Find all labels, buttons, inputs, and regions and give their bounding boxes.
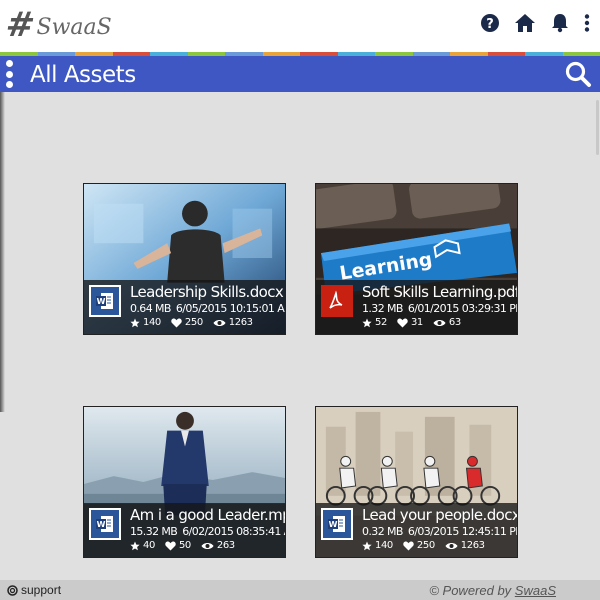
star-icon [130, 541, 140, 550]
pdf-file-icon [321, 285, 353, 317]
like-count: 250 [416, 540, 435, 551]
eye-icon [213, 319, 226, 326]
support-label: support [21, 583, 62, 597]
asset-datetime: 6/05/2015 10:15:01 AM [175, 302, 286, 315]
asset-name[interactable]: Lead your people.docx [362, 506, 517, 524]
view-count: 1263 [228, 317, 253, 328]
asset-card[interactable]: W Leadership Skills.docx 0.64 MB 6/05/201… [83, 183, 286, 335]
asset-size: 15.32 MB [130, 525, 178, 538]
asset-card[interactable]: W Lead your people.docx 0.32 MB 6/03/2015… [315, 406, 518, 558]
title-bar: All Assets [0, 56, 600, 92]
scrollbar-thumb[interactable] [596, 100, 599, 155]
star-count: 140 [375, 540, 393, 551]
asset-datetime: 6/02/2015 08:35:41 AM [182, 525, 285, 538]
footer: support © Powered by SwaaS [0, 580, 600, 600]
word-file-icon: W [89, 285, 121, 317]
support-link[interactable]: support [7, 583, 61, 597]
word-file-icon: W [89, 508, 121, 540]
star-count: 52 [375, 317, 387, 328]
asset-card[interactable]: Learning Soft Skills Learning.pdf 1.32 M… [315, 183, 518, 335]
home-icon[interactable] [514, 13, 536, 33]
lifebuoy-icon [7, 584, 18, 596]
star-count: 140 [143, 317, 161, 328]
asset-info-panel: W Leadership Skills.docx 0.64 MB 6/05/201… [84, 280, 285, 334]
svg-text:W: W [97, 297, 106, 306]
like-count: 250 [184, 317, 203, 328]
asset-info-panel: W Am i a good Leader.mp4 15.32 MB 6/02/20… [84, 503, 285, 557]
eye-icon [445, 542, 458, 549]
bell-icon[interactable] [550, 13, 570, 33]
asset-card[interactable]: W Am i a good Leader.mp4 15.32 MB 6/02/20… [83, 406, 286, 558]
powered-link[interactable]: SwaaS [515, 583, 556, 598]
star-icon [130, 318, 140, 327]
asset-stats: 140 250 1263 [362, 540, 495, 551]
asset-info-panel: W Lead your people.docx 0.32 MB 6/03/2015… [316, 503, 517, 557]
eye-icon [433, 319, 446, 326]
asset-info-panel: Soft Skills Learning.pdf 1.32 MB 6/01/201… [316, 280, 517, 334]
like-count: 50 [178, 540, 191, 551]
powered-by: © Powered by SwaaS [429, 583, 556, 598]
top-header: # SwaaS ? [0, 0, 600, 52]
asset-size: 0.32 MB [362, 525, 403, 538]
svg-text:W: W [329, 520, 338, 529]
swaas-logo[interactable]: # SwaaS [3, 5, 112, 45]
help-icon[interactable]: ? [480, 13, 500, 33]
view-count: 63 [448, 317, 461, 328]
svg-text:?: ? [486, 17, 494, 32]
more-vertical-icon[interactable] [584, 14, 590, 32]
heart-icon [165, 541, 176, 550]
more-vertical-icon[interactable] [5, 60, 13, 88]
heart-icon [397, 318, 408, 327]
logo-mark: # [3, 5, 38, 45]
asset-name[interactable]: Leadership Skills.docx [130, 283, 284, 301]
scrollbar[interactable] [594, 92, 600, 582]
star-icon [362, 318, 372, 327]
asset-stats: 40 50 263 [130, 540, 245, 551]
asset-meta: 15.32 MB 6/02/2015 08:35:41 AM [130, 525, 285, 538]
asset-meta: 0.32 MB 6/03/2015 12:45:11 PM [362, 525, 518, 538]
search-icon[interactable] [564, 60, 592, 88]
asset-size: 1.32 MB [362, 302, 403, 315]
word-file-icon: W [321, 508, 353, 540]
asset-meta: 0.64 MB 6/05/2015 10:15:01 AM [130, 302, 286, 315]
view-count: 1263 [460, 540, 485, 551]
heart-icon [403, 541, 414, 550]
asset-datetime: 6/01/2015 03:29:31 PM [407, 302, 518, 315]
header-actions: ? [480, 13, 590, 33]
drawer-edge-shadow [0, 92, 5, 412]
star-count: 40 [143, 540, 155, 551]
heart-icon [171, 318, 182, 327]
star-icon [362, 541, 372, 550]
logo-text: SwaaS [36, 14, 112, 40]
asset-name[interactable]: Am i a good Leader.mp4 [130, 506, 285, 524]
asset-stats: 140 250 1263 [130, 317, 263, 328]
asset-meta: 1.32 MB 6/01/2015 03:29:31 PM [362, 302, 518, 315]
page-title: All Assets [30, 62, 136, 88]
svg-text:W: W [97, 520, 106, 529]
asset-stats: 52 31 63 [362, 317, 471, 328]
like-count: 31 [410, 317, 423, 328]
view-count: 263 [216, 540, 235, 551]
asset-name[interactable]: Soft Skills Learning.pdf [362, 283, 517, 301]
eye-icon [201, 542, 214, 549]
asset-datetime: 6/03/2015 12:45:11 PM [407, 525, 518, 538]
powered-prefix: © Powered by [429, 583, 515, 598]
asset-size: 0.64 MB [130, 302, 171, 315]
